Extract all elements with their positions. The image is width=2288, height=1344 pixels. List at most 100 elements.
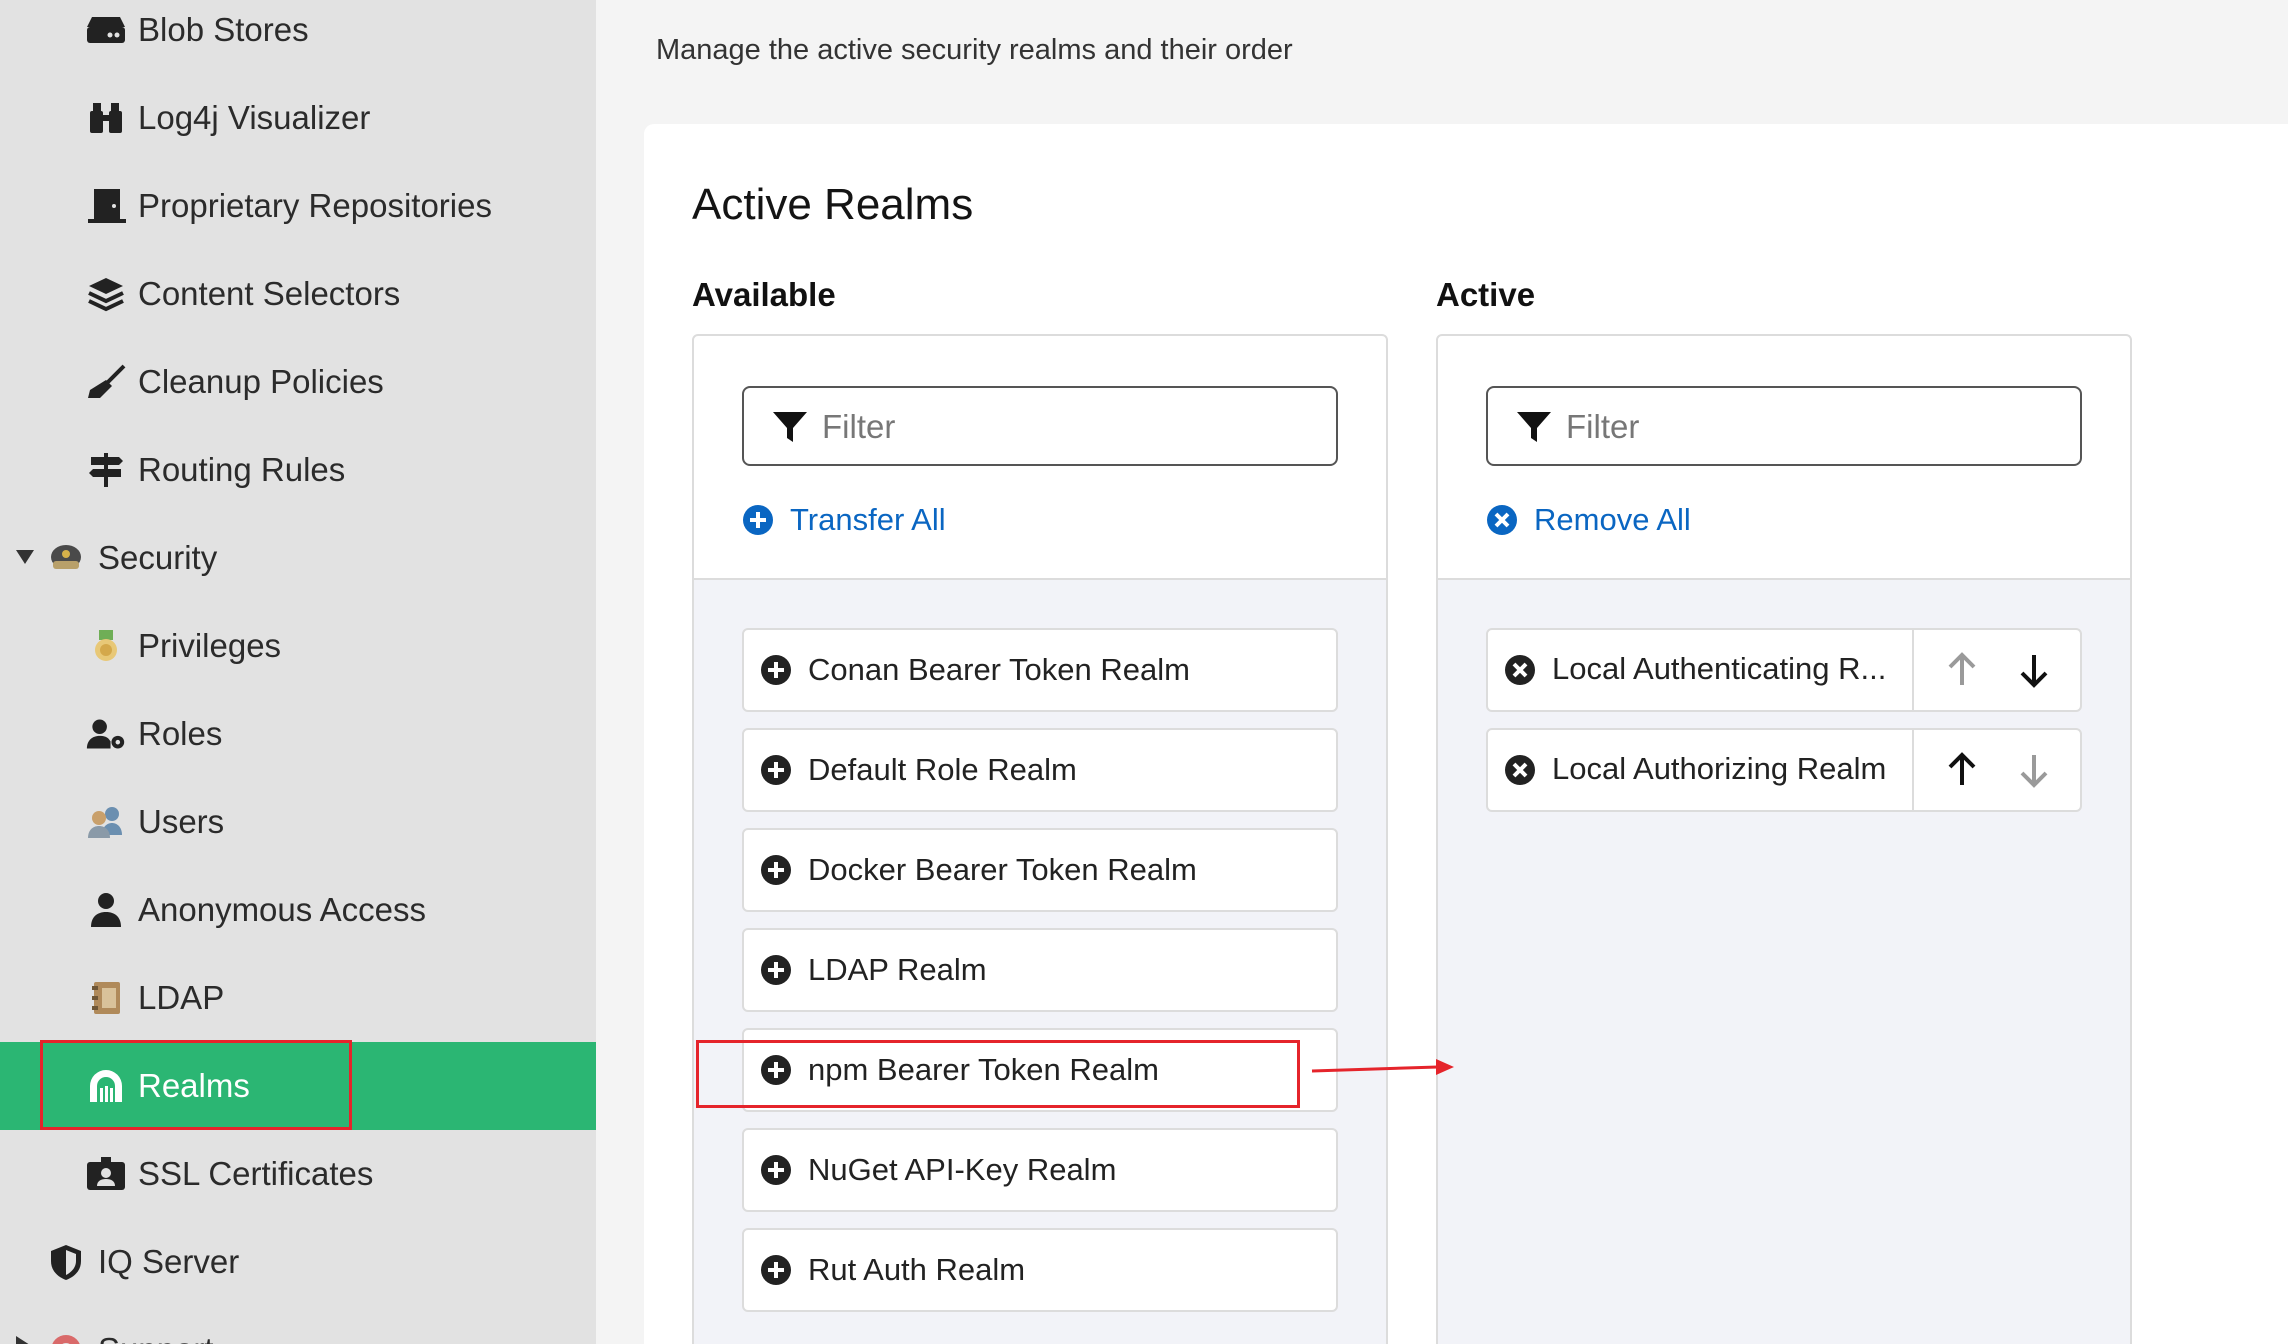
available-panel: Transfer All Conan Bearer Token Realm De… bbox=[692, 334, 1388, 1344]
active-title: Active bbox=[1436, 276, 1536, 313]
transfer-all-button[interactable]: Transfer All bbox=[742, 502, 946, 538]
sidebar-item-realms[interactable]: Realms bbox=[0, 1042, 596, 1130]
sidebar-item-label: Blob Stores bbox=[138, 11, 309, 48]
sidebar-item-routing-rules[interactable]: Routing Rules bbox=[0, 426, 596, 514]
available-realm-item[interactable]: NuGet API-Key Realm bbox=[742, 1128, 1338, 1212]
sidebar-item-security[interactable]: Security bbox=[0, 514, 596, 602]
arrow-down-icon[interactable] bbox=[2018, 752, 2050, 788]
users-icon bbox=[86, 802, 126, 842]
available-realm-item[interactable]: Conan Bearer Token Realm bbox=[742, 628, 1338, 712]
sidebar-item-iq-server[interactable]: IQ Server bbox=[0, 1218, 596, 1306]
sidebar-item-label: Support bbox=[98, 1331, 214, 1344]
available-realm-item[interactable]: Default Role Realm bbox=[742, 728, 1338, 812]
sidebar-item-label: Users bbox=[138, 803, 225, 840]
realm-label: Conan Bearer Token Realm bbox=[808, 652, 1190, 687]
realm-label: NuGet API-Key Realm bbox=[808, 1152, 1117, 1187]
active-realm-item[interactable]: Local Authenticating R... bbox=[1486, 628, 2082, 712]
filter-icon bbox=[1516, 410, 1552, 449]
page-title: Active Realms bbox=[692, 180, 974, 229]
sidebar-item-label: IQ Server bbox=[98, 1243, 240, 1280]
sidebar-item-privileges[interactable]: Privileges bbox=[0, 602, 596, 690]
sidebar-item-label: LDAP bbox=[138, 979, 225, 1016]
medal-icon bbox=[86, 626, 126, 666]
add-circle-icon[interactable] bbox=[760, 854, 792, 886]
realm-label: Docker Bearer Token Realm bbox=[808, 852, 1197, 887]
layers-icon bbox=[86, 274, 126, 314]
available-title: Available bbox=[692, 276, 836, 313]
divider bbox=[1912, 730, 1914, 810]
remove-all-label: Remove All bbox=[1534, 502, 1691, 537]
transfer-all-label: Transfer All bbox=[790, 502, 946, 537]
available-filter[interactable] bbox=[742, 386, 1338, 466]
available-realm-item[interactable]: Rut Auth Realm bbox=[742, 1228, 1338, 1312]
add-circle-icon[interactable] bbox=[760, 1054, 792, 1086]
remove-circle-icon[interactable] bbox=[1504, 754, 1536, 786]
sidebar-item-anonymous-access[interactable]: Anonymous Access bbox=[0, 866, 596, 954]
user-icon bbox=[86, 890, 126, 930]
available-realm-item-npm[interactable]: npm Bearer Token Realm bbox=[742, 1028, 1338, 1112]
sidebar-item-ssl-certificates[interactable]: SSL Certificates bbox=[0, 1130, 596, 1218]
realm-label: npm Bearer Token Realm bbox=[808, 1052, 1159, 1087]
add-circle-icon[interactable] bbox=[760, 1154, 792, 1186]
user-cog-icon bbox=[86, 714, 126, 754]
lifebuoy-icon bbox=[46, 1330, 86, 1344]
realm-label: Local Authorizing Realm bbox=[1552, 751, 1887, 786]
arrow-down-icon[interactable] bbox=[2018, 652, 2050, 688]
remove-circle-icon[interactable] bbox=[1504, 654, 1536, 686]
add-circle-icon[interactable] bbox=[760, 1254, 792, 1286]
broom-icon bbox=[86, 362, 126, 402]
divider bbox=[1912, 630, 1914, 710]
arrow-up-icon[interactable] bbox=[1946, 652, 1978, 688]
active-filter-input[interactable] bbox=[1566, 402, 2046, 452]
sidebar-item-users[interactable]: Users bbox=[0, 778, 596, 866]
sidebar-item-ldap[interactable]: LDAP bbox=[0, 954, 596, 1042]
sidebar-item-label: Proprietary Repositories bbox=[138, 187, 492, 224]
realm-label: LDAP Realm bbox=[808, 952, 987, 987]
sidebar-item-label: Privileges bbox=[138, 627, 282, 664]
sidebar-item-label: Roles bbox=[138, 715, 223, 752]
add-circle-icon[interactable] bbox=[760, 954, 792, 986]
sidebar-item-content-selectors[interactable]: Content Selectors bbox=[0, 250, 596, 338]
binoculars-icon bbox=[86, 98, 126, 138]
door-icon bbox=[86, 186, 126, 226]
sidebar-item-label: Anonymous Access bbox=[138, 891, 426, 928]
shield-icon bbox=[46, 1242, 86, 1282]
sidebar-item-log4j-visualizer[interactable]: Log4j Visualizer bbox=[0, 74, 596, 162]
realm-label: Local Authenticating R... bbox=[1552, 651, 1887, 686]
address-book-icon bbox=[86, 978, 126, 1018]
active-panel: Remove All Local Authenticating R... Loc… bbox=[1436, 334, 2132, 1344]
sidebar-item-blob-stores[interactable]: Blob Stores bbox=[0, 0, 596, 74]
realm-label: Rut Auth Realm bbox=[808, 1252, 1026, 1287]
page-subtitle: Manage the active security realms and th… bbox=[656, 34, 1293, 66]
sidebar-item-label: Log4j Visualizer bbox=[138, 99, 371, 136]
active-filter[interactable] bbox=[1486, 386, 2082, 466]
add-circle-icon[interactable] bbox=[760, 754, 792, 786]
available-realm-item[interactable]: LDAP Realm bbox=[742, 928, 1338, 1012]
sidebar-item-roles[interactable]: Roles bbox=[0, 690, 596, 778]
available-realm-item[interactable]: Docker Bearer Token Realm bbox=[742, 828, 1338, 912]
sidebar-item-label: Content Selectors bbox=[138, 275, 401, 312]
dungeon-icon bbox=[86, 1066, 126, 1106]
add-circle-icon[interactable] bbox=[760, 654, 792, 686]
sidebar-item-label: Realms bbox=[138, 1067, 250, 1104]
plus-circle-icon bbox=[743, 505, 773, 535]
caret-right-icon[interactable] bbox=[16, 1336, 30, 1344]
police-badge-icon bbox=[46, 538, 86, 578]
sidebar-item-support[interactable]: Support bbox=[0, 1306, 596, 1344]
active-realm-item[interactable]: Local Authorizing Realm bbox=[1486, 728, 2082, 812]
filter-icon bbox=[772, 410, 808, 449]
sidebar-item-label: SSL Certificates bbox=[138, 1155, 374, 1192]
sidebar-item-label: Routing Rules bbox=[138, 451, 346, 488]
caret-down-icon[interactable] bbox=[16, 550, 34, 564]
signpost-icon bbox=[86, 450, 126, 490]
sidebar: Blob Stores Log4j Visualizer Proprietary… bbox=[0, 0, 596, 1344]
available-filter-input[interactable] bbox=[822, 402, 1302, 452]
remove-all-button[interactable]: Remove All bbox=[1486, 502, 1691, 538]
times-circle-icon bbox=[1487, 505, 1517, 535]
hdd-icon bbox=[86, 10, 126, 50]
arrow-up-icon[interactable] bbox=[1946, 752, 1978, 788]
id-badge-icon bbox=[86, 1154, 126, 1194]
sidebar-item-proprietary-repositories[interactable]: Proprietary Repositories bbox=[0, 162, 596, 250]
sidebar-item-cleanup-policies[interactable]: Cleanup Policies bbox=[0, 338, 596, 426]
realm-label: Default Role Realm bbox=[808, 752, 1077, 787]
